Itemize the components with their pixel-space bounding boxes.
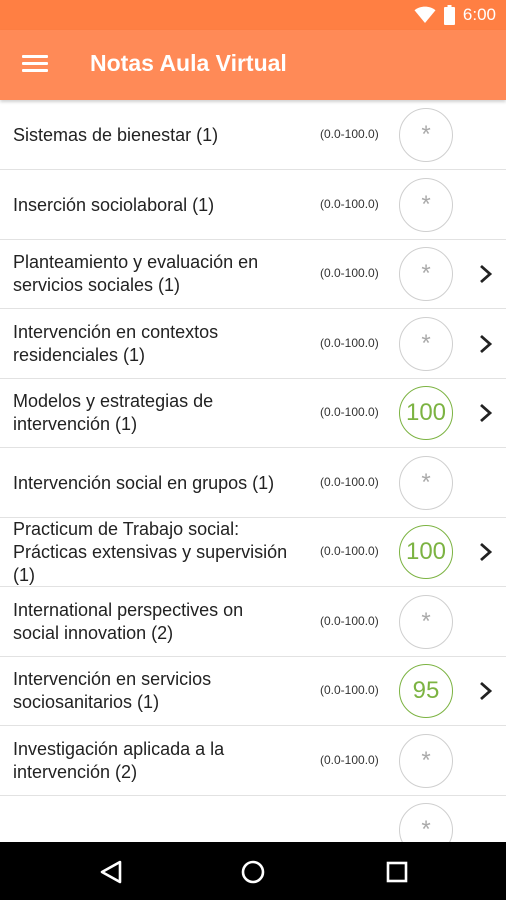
course-name-line: residenciales (1) — [13, 345, 146, 365]
course-row[interactable]: * — [0, 795, 506, 842]
course-row[interactable]: Modelos y estrategias de intervención (1)… — [0, 378, 506, 448]
course-name-line: Sistemas de bienestar (1) — [13, 125, 219, 145]
course-name-line: social innovation (2) — [13, 623, 174, 643]
course-row[interactable]: Intervención social en grupos (1) (0.0-10… — [0, 448, 506, 518]
grade-badge: * — [399, 734, 453, 788]
course-row[interactable]: Intervención en servicios sociosanitarios… — [0, 656, 506, 726]
battery-icon — [443, 5, 455, 25]
course-row[interactable]: International perspectives on social inno… — [0, 587, 506, 657]
chevron-right-icon[interactable] — [477, 542, 495, 562]
course-name-line: servicios sociales (1) — [13, 275, 181, 295]
course-name-line: Investigación aplicada a la — [13, 739, 225, 759]
grade-range: (0.0-100.0) — [320, 336, 379, 350]
course-name: Intervención en servicios sociosanitarios… — [13, 668, 318, 714]
course-row[interactable]: Practicum de Trabajo social: Prácticas ex… — [0, 517, 506, 587]
course-name: Intervención social en grupos (1) — [13, 472, 318, 495]
navigation-bar — [0, 842, 506, 900]
course-name-line: Prácticas extensivas y supervisión — [13, 542, 288, 562]
grade-range: (0.0-100.0) — [320, 614, 379, 628]
course-row[interactable]: Investigación aplicada a la intervención … — [0, 726, 506, 796]
grade-range: (0.0-100.0) — [320, 127, 379, 141]
menu-button[interactable] — [22, 53, 48, 77]
course-row[interactable]: Inserción sociolaboral (1) (0.0-100.0) * — [0, 170, 506, 240]
menu-icon-bar — [22, 69, 48, 72]
course-name: Intervención en contextos residenciales (… — [13, 321, 318, 367]
course-name-line: Practicum de Trabajo social: — [13, 519, 240, 539]
grade-badge: * — [399, 456, 453, 510]
course-name-line: Inserción sociolaboral (1) — [13, 195, 215, 215]
grade-badge: * — [399, 317, 453, 371]
grade-range: (0.0-100.0) — [320, 266, 379, 280]
chevron-right-icon[interactable] — [477, 681, 495, 701]
course-name: Modelos y estrategias de intervención (1) — [13, 390, 318, 436]
grade-badge: 100 — [399, 525, 453, 579]
grade-badge: * — [399, 595, 453, 649]
menu-icon-bar — [22, 55, 48, 58]
grade-range: (0.0-100.0) — [320, 475, 379, 489]
status-icons: 6:00 — [414, 5, 496, 25]
course-name: Sistemas de bienestar (1) — [13, 124, 318, 147]
course-name-line: sociosanitarios (1) — [13, 692, 160, 712]
back-icon[interactable] — [98, 859, 124, 885]
course-name: International perspectives on social inno… — [13, 599, 318, 645]
chevron-right-icon[interactable] — [477, 403, 495, 423]
course-name-line: intervención (2) — [13, 762, 138, 782]
status-bar: 6:00 — [0, 0, 506, 30]
course-name-line: Intervención en servicios — [13, 669, 212, 689]
menu-icon-bar — [22, 62, 48, 65]
course-name: Inserción sociolaboral (1) — [13, 194, 318, 217]
course-name: Investigación aplicada a la intervención … — [13, 738, 318, 784]
course-name-line: Modelos y estrategias de — [13, 391, 214, 411]
grade-range: (0.0-100.0) — [320, 683, 379, 697]
course-name-line: Intervención en contextos — [13, 322, 219, 342]
course-name-line: Planteamiento y evaluación en — [13, 252, 259, 272]
course-name: Planteamiento y evaluación en servicios s… — [13, 251, 318, 297]
course-name: Practicum de Trabajo social: Prácticas ex… — [13, 518, 318, 587]
grade-range: (0.0-100.0) — [320, 753, 379, 767]
grade-badge: * — [399, 247, 453, 301]
status-time: 6:00 — [462, 5, 496, 24]
course-list[interactable]: Sistemas de bienestar (1) (0.0-100.0) * Ins… — [0, 100, 506, 842]
wifi-icon — [414, 6, 436, 23]
course-name-line: Intervención social en grupos (1) — [13, 473, 275, 493]
home-icon[interactable] — [240, 859, 266, 885]
grade-badge: * — [399, 178, 453, 232]
course-row[interactable]: Sistemas de bienestar (1) (0.0-100.0) * — [0, 100, 506, 170]
grade-range: (0.0-100.0) — [320, 405, 379, 419]
grade-range: (0.0-100.0) — [320, 544, 379, 558]
course-name-line: (1) — [13, 565, 35, 585]
course-name-line: intervención (1) — [13, 414, 138, 434]
course-name-line: International perspectives on — [13, 600, 244, 620]
app-title: Notas Aula Virtual — [90, 50, 287, 76]
chevron-right-icon[interactable] — [477, 264, 495, 284]
grade-badge: * — [399, 108, 453, 162]
app-bar: Notas Aula Virtual — [0, 30, 506, 100]
grade-badge: 100 — [399, 386, 453, 440]
grade-range: (0.0-100.0) — [320, 197, 379, 211]
recents-icon[interactable] — [384, 859, 410, 885]
grade-badge: * — [399, 803, 453, 842]
course-row[interactable]: Intervención en contextos residenciales (… — [0, 309, 506, 379]
chevron-right-icon[interactable] — [477, 334, 495, 354]
course-row[interactable]: Planteamiento y evaluación en servicios s… — [0, 239, 506, 309]
grade-badge: 95 — [399, 664, 453, 718]
